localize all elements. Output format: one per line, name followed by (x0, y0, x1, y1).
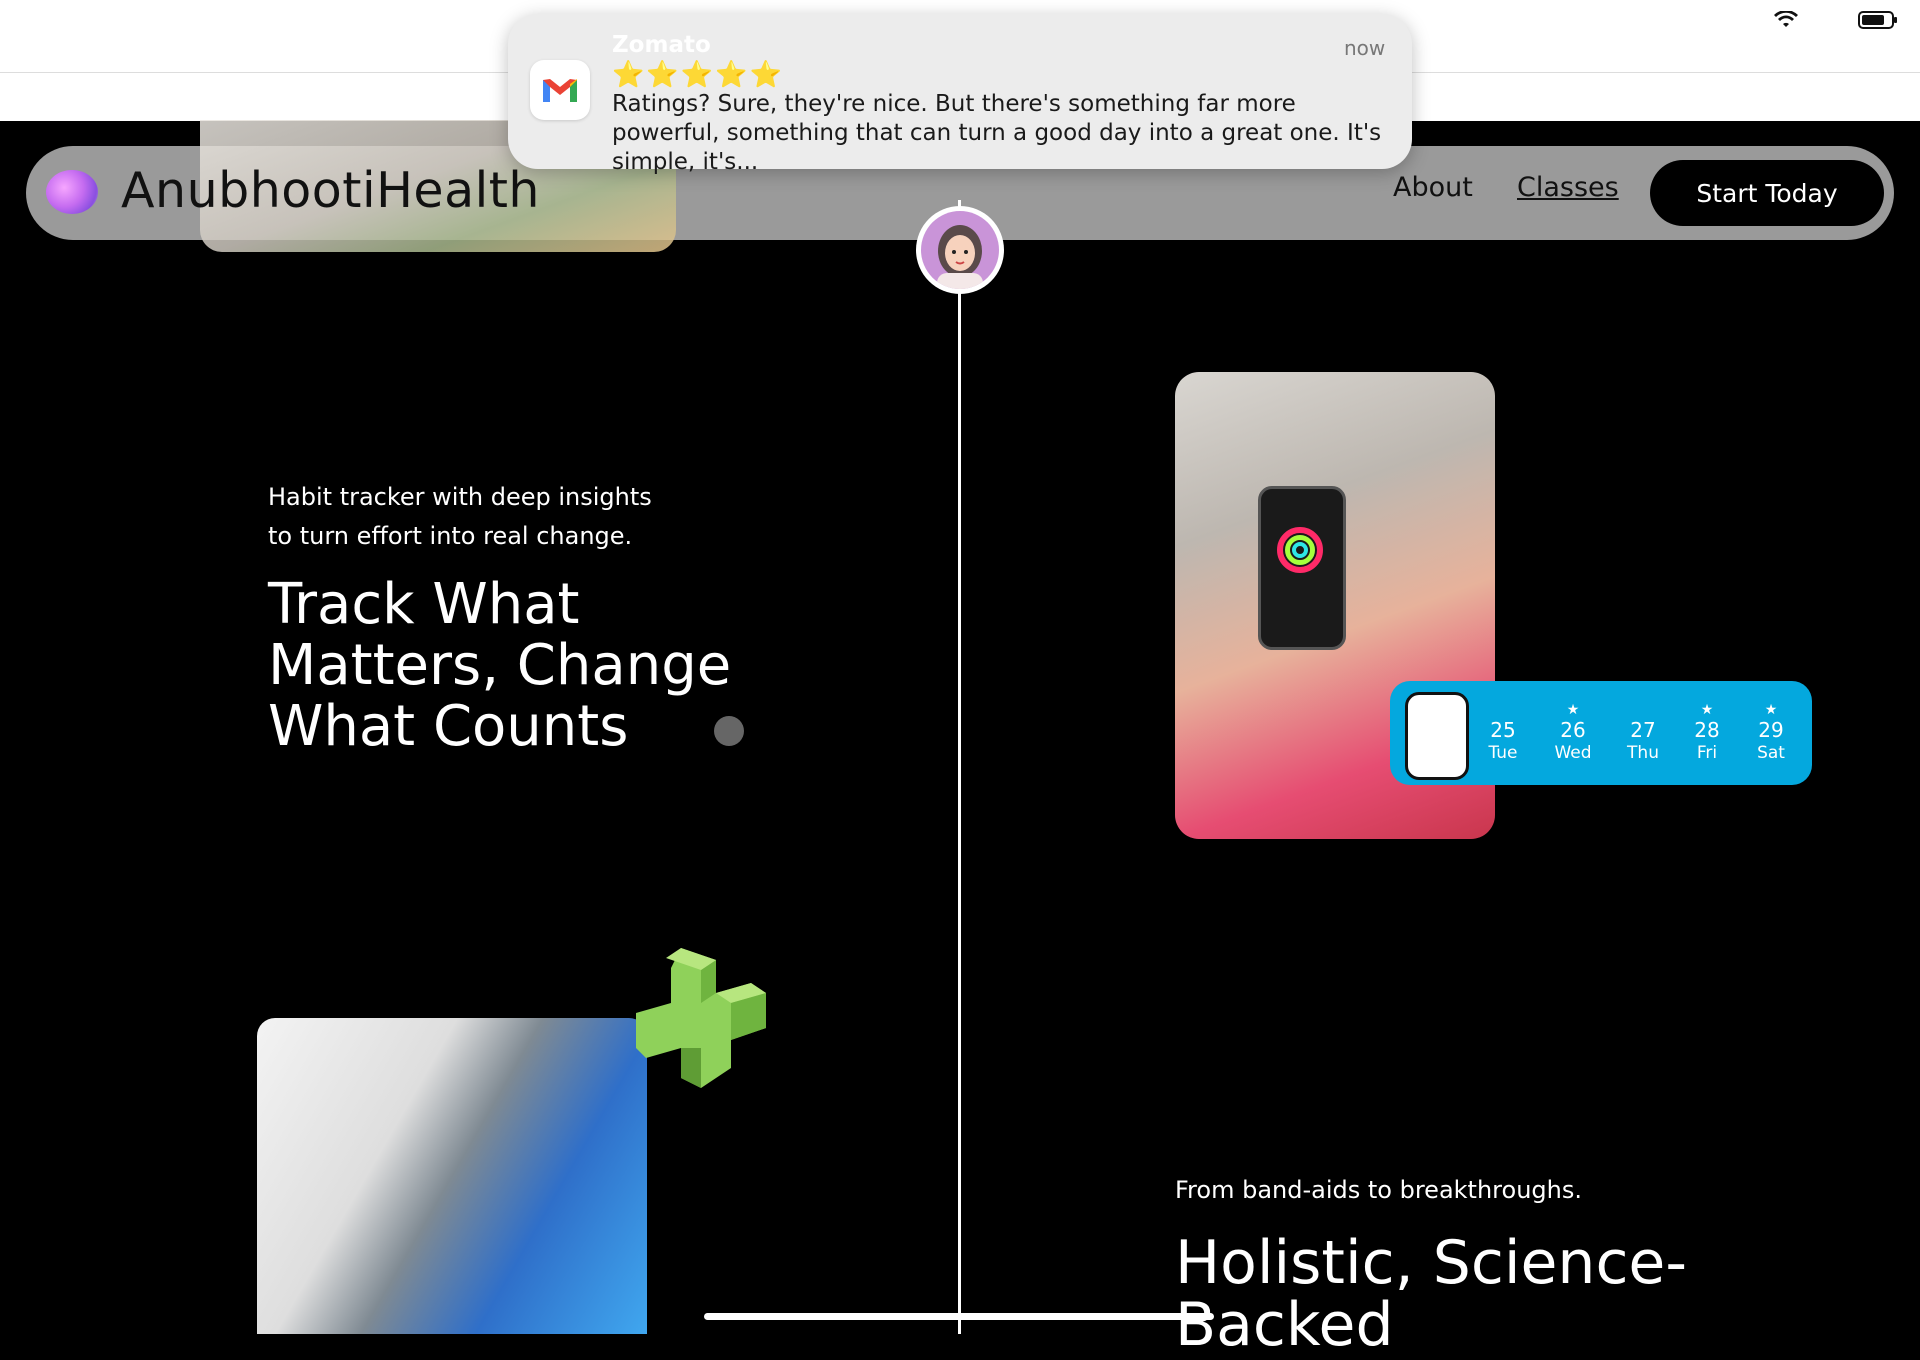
calendar-day[interactable]: ★ 26 Wed (1544, 681, 1602, 785)
logo-orb (46, 170, 98, 214)
day-number: 27 (1630, 718, 1656, 742)
notification-app: Zomato (612, 32, 711, 58)
calendar-day[interactable]: ★ 28 Fri (1678, 681, 1736, 785)
calendar-day[interactable]: ★ 24 Mon (1405, 681, 1463, 785)
day-number: 29 (1758, 718, 1784, 742)
day-number: 28 (1694, 718, 1720, 742)
nav-classes-link[interactable]: Classes (1517, 172, 1619, 203)
day-star-icon: ★ (1566, 702, 1580, 718)
notification-stars: ⭐⭐⭐⭐⭐ (612, 60, 784, 90)
wifi-icon (1773, 11, 1798, 27)
notification-body: Ratings? Sure, they're nice. But there's… (612, 91, 1382, 175)
section2-title: Holistic, Science- Backed (1175, 1232, 1735, 1356)
day-number: 26 (1560, 718, 1586, 742)
microscope-photo (257, 1018, 647, 1334)
day-name: Wed (1554, 743, 1592, 763)
hero-title-line2: Matters, Change (268, 633, 732, 698)
calendar-day[interactable]: 25 Tue (1474, 681, 1532, 785)
day-star-icon: ★ (1427, 702, 1441, 718)
day-star-icon: ★ (1764, 702, 1778, 718)
day-name: Mon (1416, 743, 1452, 763)
day-number: 25 (1490, 718, 1516, 742)
gmail-icon (530, 60, 590, 120)
hero-subtitle: Habit tracker with deep insights to turn… (268, 478, 738, 556)
nav-about-link[interactable]: About (1393, 172, 1473, 203)
avatar (921, 211, 999, 289)
hero-title-line1: Track What (268, 572, 580, 637)
notification-time: now (1344, 36, 1386, 60)
hero-subtitle-line2: to turn effort into real change. (268, 522, 633, 550)
timeline-line (958, 200, 961, 1334)
day-name: Fri (1696, 743, 1718, 763)
logo-text[interactable]: AnubhootiHealth (121, 162, 540, 219)
home-indicator[interactable] (704, 1313, 1214, 1320)
battery-percent: 73% (1805, 8, 1850, 32)
section2-subtitle: From band-aids to breakthroughs. (1175, 1176, 1582, 1204)
hero-subtitle-line1: Habit tracker with deep insights (268, 483, 652, 511)
calendar-day[interactable]: ★ 29 Sat (1742, 681, 1800, 785)
day-name: Thu (1627, 743, 1659, 763)
day-star-icon: ★ (1700, 702, 1714, 718)
medical-cross-icon (636, 948, 766, 1088)
status-time: 3:24 PM (26, 8, 107, 32)
day-name: Sat (1757, 743, 1785, 763)
hero-title: Track What Matters, Change What Counts (268, 574, 788, 757)
start-today-button[interactable]: Start Today (1650, 160, 1884, 226)
scroll-dot (714, 716, 744, 746)
section2-title-line1: Holistic, Science- (1175, 1228, 1687, 1298)
section2-title-line2: Backed (1175, 1290, 1394, 1360)
activity-ring-icon (1292, 542, 1308, 558)
battery-icon (1858, 11, 1897, 29)
status-date: Sat 26 Apr (119, 8, 225, 32)
hero-title-line3: What Counts (268, 694, 629, 759)
day-name: Tue (1488, 743, 1518, 763)
day-number: 24 (1421, 718, 1447, 742)
status-right: 73% (1773, 8, 1898, 32)
calendar-day[interactable]: 27 Thu (1614, 681, 1672, 785)
